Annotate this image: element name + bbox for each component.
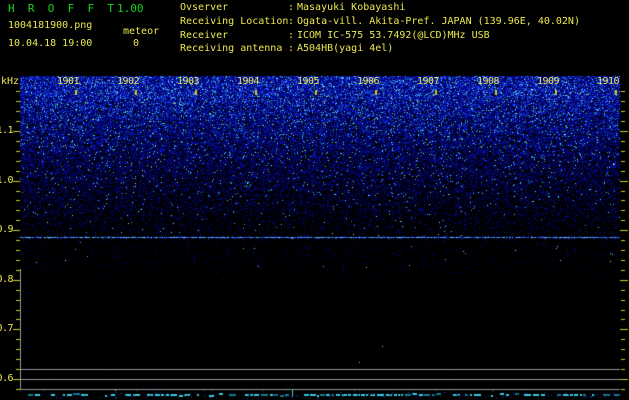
info-label: Ovserver <box>180 2 229 13</box>
x-axis-label: 1906 <box>356 76 380 87</box>
info-value: Masayuki Kobayashi <box>297 2 406 13</box>
info-row-antenna: Receiving antenna : A504HB(yagi 4el) <box>180 44 393 54</box>
info-label: Receiving Location <box>180 16 289 27</box>
info-label: Receiving antenna <box>180 43 283 54</box>
x-axis-label: 1907 <box>416 76 440 87</box>
x-axis-label: 1903 <box>176 76 200 87</box>
mode-label: meteor <box>123 26 160 37</box>
info-row-location: Receiving Location : Ogata-vill. Akita-P… <box>180 17 580 27</box>
info-label: Receiver <box>180 30 229 41</box>
info-value: ICOM IC-575 53.7492(@LCD)MHz USB <box>297 30 490 41</box>
y-axis-label: 0.9 <box>0 224 13 235</box>
hrofft-screen: { "header": { "app_title": "H R O F F T"… <box>0 0 629 400</box>
y-axis-label: 1.0 <box>0 175 13 186</box>
x-axis-label: 1908 <box>476 76 500 87</box>
meteor-count: 0 <box>133 38 140 49</box>
filename-label: 1004181900.png <box>8 20 93 31</box>
y-axis-label: 0.8 <box>0 274 13 285</box>
info-value: Ogata-vill. Akita-Pref. JAPAN (139.96E, … <box>297 16 580 27</box>
spectrogram-canvas <box>0 0 629 400</box>
x-axis-label: 1904 <box>236 76 260 87</box>
x-axis-label: 1902 <box>116 76 140 87</box>
x-axis-label: 1910 <box>596 76 620 87</box>
y-axis-label: 1.1 <box>0 125 13 136</box>
y-axis-unit-label: kHz <box>1 76 20 87</box>
info-colon: : <box>288 2 295 13</box>
x-axis-label: 1901 <box>56 76 80 87</box>
info-value: A504HB(yagi 4el) <box>297 43 394 54</box>
y-axis-label: 0.7 <box>0 323 13 334</box>
app-version: 1.00 <box>117 2 144 15</box>
datetime-label: 10.04.18 19:00 <box>8 38 93 49</box>
info-row-receiver: Receiver : ICOM IC-575 53.7492(@LCD)MHz … <box>180 31 490 41</box>
info-colon: : <box>288 43 295 54</box>
info-colon: : <box>288 30 295 41</box>
app-title: H R O F F T <box>8 2 114 15</box>
x-axis-label: 1909 <box>536 76 560 87</box>
x-axis-label: 1905 <box>296 76 320 87</box>
info-row-observer: Ovserver : Masayuki Kobayashi <box>180 3 405 13</box>
y-axis-label: 0.6 <box>0 373 13 384</box>
info-colon: : <box>288 16 295 27</box>
